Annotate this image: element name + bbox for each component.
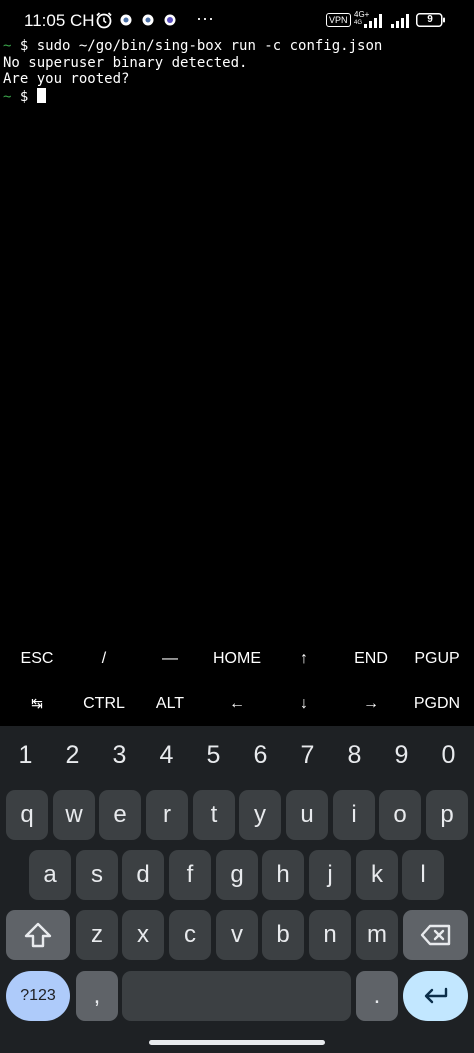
key-n[interactable]: n: [309, 910, 351, 960]
key-l[interactable]: l: [402, 850, 444, 900]
alarm-icon: [96, 12, 112, 29]
extra-keys-bar: ESC / — HOME ↑ END PGUP ↹ CTRL ALT ← ↓ →…: [0, 636, 474, 726]
shift-key[interactable]: [6, 910, 70, 960]
key-p[interactable]: p: [426, 790, 468, 840]
key-s[interactable]: s: [76, 850, 118, 900]
key-g[interactable]: g: [216, 850, 258, 900]
terminal-line: ~ $ sudo ~/go/bin/sing-box run -c config…: [3, 38, 383, 54]
enter-icon: [424, 987, 447, 1004]
up-arrow-key[interactable]: ↑: [272, 636, 336, 681]
pgdn-key[interactable]: PGDN: [404, 681, 470, 726]
key-2[interactable]: 2: [49, 726, 96, 784]
backspace-key[interactable]: [403, 910, 468, 960]
key-3[interactable]: 3: [96, 726, 143, 784]
key-m[interactable]: m: [356, 910, 398, 960]
key-5[interactable]: 5: [190, 726, 237, 784]
vpn-badge: VPN: [326, 13, 351, 27]
home-indicator[interactable]: [149, 1040, 325, 1045]
symbols-key[interactable]: ?123: [6, 971, 70, 1021]
key-a[interactable]: a: [29, 850, 71, 900]
pgup-key[interactable]: PGUP: [404, 636, 470, 681]
key-9[interactable]: 9: [378, 726, 425, 784]
key-4[interactable]: 4: [143, 726, 190, 784]
app-notification-icon: [120, 14, 132, 26]
app-notification-icon: [142, 14, 154, 26]
space-key[interactable]: [122, 971, 351, 1021]
tab-key[interactable]: ↹: [2, 681, 72, 726]
terminal-line: Are you rooted?: [3, 71, 130, 87]
comma-key[interactable]: ,: [76, 971, 118, 1021]
key-7[interactable]: 7: [284, 726, 331, 784]
enter-key[interactable]: [403, 971, 468, 1021]
key-o[interactable]: o: [379, 790, 421, 840]
terminal-cursor: [36, 87, 46, 103]
key-f[interactable]: f: [169, 850, 211, 900]
key-j[interactable]: j: [309, 850, 351, 900]
home-key[interactable]: HOME: [202, 636, 272, 681]
key-d[interactable]: d: [122, 850, 164, 900]
right-arrow-key[interactable]: →: [338, 681, 404, 726]
key-u[interactable]: u: [286, 790, 328, 840]
end-key[interactable]: END: [338, 636, 404, 681]
esc-key[interactable]: ESC: [2, 636, 72, 681]
shift-icon: [24, 922, 52, 948]
key-v[interactable]: v: [216, 910, 258, 960]
alt-key[interactable]: ALT: [138, 681, 202, 726]
key-w[interactable]: w: [53, 790, 95, 840]
left-arrow-key[interactable]: ←: [202, 681, 272, 726]
key-q[interactable]: q: [6, 790, 48, 840]
key-h[interactable]: h: [262, 850, 304, 900]
key-r[interactable]: r: [146, 790, 188, 840]
down-arrow-key[interactable]: ↓: [272, 681, 336, 726]
battery-level: 9: [427, 14, 433, 25]
status-time: 11:05 CH: [24, 11, 95, 30]
key-i[interactable]: i: [333, 790, 375, 840]
period-key[interactable]: .: [356, 971, 398, 1021]
app-notification-icon: [164, 14, 176, 26]
terminal-output[interactable]: ~ $ sudo ~/go/bin/sing-box run -c config…: [3, 38, 471, 638]
key-y[interactable]: y: [239, 790, 281, 840]
key-8[interactable]: 8: [331, 726, 378, 784]
key-e[interactable]: e: [99, 790, 141, 840]
key-k[interactable]: k: [356, 850, 398, 900]
terminal-line: No superuser binary detected.: [3, 54, 248, 71]
terminal-line: ~ $: [3, 87, 471, 105]
slash-key[interactable]: /: [72, 636, 136, 681]
signal-icon: [364, 14, 382, 28]
dash-key[interactable]: —: [138, 636, 202, 681]
backspace-icon: [420, 924, 450, 946]
signal-icon: [391, 14, 409, 28]
key-z[interactable]: z: [76, 910, 118, 960]
status-bar: 11:05 CH ··· VPN 4G+ 4G 9: [0, 0, 474, 40]
more-notifications-icon: ···: [196, 8, 214, 28]
key-0[interactable]: 0: [425, 726, 472, 784]
key-1[interactable]: 1: [2, 726, 49, 784]
key-c[interactable]: c: [169, 910, 211, 960]
ctrl-key[interactable]: CTRL: [72, 681, 136, 726]
key-6[interactable]: 6: [237, 726, 284, 784]
soft-keyboard: 1 2 3 4 5 6 7 8 9 0 q w e r t y u i o p …: [0, 726, 474, 1053]
key-x[interactable]: x: [122, 910, 164, 960]
key-t[interactable]: t: [193, 790, 235, 840]
key-b[interactable]: b: [262, 910, 304, 960]
